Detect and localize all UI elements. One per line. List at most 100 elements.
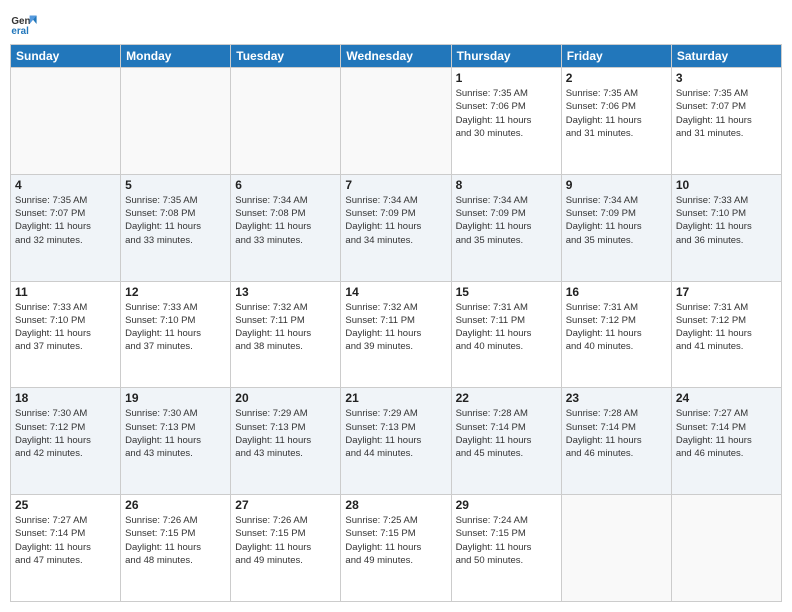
calendar-cell: 8 Sunrise: 7:34 AM Sunset: 7:09 PM Daylig… (451, 174, 561, 281)
calendar-cell: 13 Sunrise: 7:32 AM Sunset: 7:11 PM Dayli… (231, 281, 341, 388)
day-number: 28 (345, 498, 446, 512)
calendar-cell: 17 Sunrise: 7:31 AM Sunset: 7:12 PM Dayli… (671, 281, 781, 388)
day-info: Sunrise: 7:34 AM Sunset: 7:09 PM Dayligh… (456, 194, 557, 247)
day-info: Sunrise: 7:26 AM Sunset: 7:15 PM Dayligh… (235, 514, 336, 567)
day-number: 13 (235, 285, 336, 299)
day-info: Sunrise: 7:29 AM Sunset: 7:13 PM Dayligh… (235, 407, 336, 460)
day-number: 12 (125, 285, 226, 299)
day-info: Sunrise: 7:35 AM Sunset: 7:06 PM Dayligh… (456, 87, 557, 140)
calendar-cell: 14 Sunrise: 7:32 AM Sunset: 7:11 PM Dayli… (341, 281, 451, 388)
day-info: Sunrise: 7:30 AM Sunset: 7:13 PM Dayligh… (125, 407, 226, 460)
weekday-header-friday: Friday (561, 45, 671, 68)
logo-icon: Gen eral (10, 10, 38, 38)
day-number: 3 (676, 71, 777, 85)
calendar-cell: 19 Sunrise: 7:30 AM Sunset: 7:13 PM Dayli… (121, 388, 231, 495)
day-number: 24 (676, 391, 777, 405)
calendar-cell: 20 Sunrise: 7:29 AM Sunset: 7:13 PM Dayli… (231, 388, 341, 495)
calendar-cell: 15Sunrise: 7:31 AM Sunset: 7:11 PM Dayli… (451, 281, 561, 388)
day-number: 7 (345, 178, 446, 192)
day-number: 26 (125, 498, 226, 512)
svg-text:eral: eral (11, 26, 29, 37)
day-number: 19 (125, 391, 226, 405)
day-info: Sunrise: 7:26 AM Sunset: 7:15 PM Dayligh… (125, 514, 226, 567)
day-info: Sunrise: 7:31 AM Sunset: 7:12 PM Dayligh… (566, 301, 667, 354)
day-number: 21 (345, 391, 446, 405)
page-container: Gen eral SundayMondayTuesdayWednesdayThu… (0, 0, 792, 612)
weekday-header-tuesday: Tuesday (231, 45, 341, 68)
weekday-header-thursday: Thursday (451, 45, 561, 68)
day-info: Sunrise: 7:34 AM Sunset: 7:09 PM Dayligh… (345, 194, 446, 247)
calendar-cell (561, 495, 671, 602)
calendar-cell (341, 68, 451, 175)
day-number: 10 (676, 178, 777, 192)
calendar-cell: 28 Sunrise: 7:25 AM Sunset: 7:15 PM Dayli… (341, 495, 451, 602)
calendar-cell: 5Sunrise: 7:35 AM Sunset: 7:08 PM Daylig… (121, 174, 231, 281)
calendar-cell: 29 Sunrise: 7:24 AM Sunset: 7:15 PM Dayli… (451, 495, 561, 602)
day-number: 11 (15, 285, 116, 299)
weekday-header-row: SundayMondayTuesdayWednesdayThursdayFrid… (11, 45, 782, 68)
calendar-cell (231, 68, 341, 175)
day-info: Sunrise: 7:35 AM Sunset: 7:07 PM Dayligh… (15, 194, 116, 247)
weekday-header-saturday: Saturday (671, 45, 781, 68)
day-number: 22 (456, 391, 557, 405)
day-info: Sunrise: 7:32 AM Sunset: 7:11 PM Dayligh… (235, 301, 336, 354)
calendar-cell: 26 Sunrise: 7:26 AM Sunset: 7:15 PM Dayli… (121, 495, 231, 602)
weekday-header-sunday: Sunday (11, 45, 121, 68)
day-info: Sunrise: 7:28 AM Sunset: 7:14 PM Dayligh… (456, 407, 557, 460)
day-number: 5 (125, 178, 226, 192)
calendar-cell: 9 Sunrise: 7:34 AM Sunset: 7:09 PM Daylig… (561, 174, 671, 281)
day-info: Sunrise: 7:35 AM Sunset: 7:06 PM Dayligh… (566, 87, 667, 140)
week-row-5: 25 Sunrise: 7:27 AM Sunset: 7:14 PM Dayli… (11, 495, 782, 602)
day-info: Sunrise: 7:34 AM Sunset: 7:09 PM Dayligh… (566, 194, 667, 247)
week-row-4: 18 Sunrise: 7:30 AM Sunset: 7:12 PM Dayli… (11, 388, 782, 495)
day-info: Sunrise: 7:28 AM Sunset: 7:14 PM Dayligh… (566, 407, 667, 460)
calendar-cell: 27 Sunrise: 7:26 AM Sunset: 7:15 PM Dayli… (231, 495, 341, 602)
day-number: 9 (566, 178, 667, 192)
day-info: Sunrise: 7:27 AM Sunset: 7:14 PM Dayligh… (676, 407, 777, 460)
day-number: 23 (566, 391, 667, 405)
calendar-cell: 18 Sunrise: 7:30 AM Sunset: 7:12 PM Dayli… (11, 388, 121, 495)
day-info: Sunrise: 7:25 AM Sunset: 7:15 PM Dayligh… (345, 514, 446, 567)
calendar-cell: 2Sunrise: 7:35 AM Sunset: 7:06 PM Daylig… (561, 68, 671, 175)
calendar-cell: 1 Sunrise: 7:35 AM Sunset: 7:06 PM Daylig… (451, 68, 561, 175)
calendar-cell: 22 Sunrise: 7:28 AM Sunset: 7:14 PM Dayli… (451, 388, 561, 495)
calendar-cell (121, 68, 231, 175)
calendar-cell: 24 Sunrise: 7:27 AM Sunset: 7:14 PM Dayli… (671, 388, 781, 495)
day-info: Sunrise: 7:33 AM Sunset: 7:10 PM Dayligh… (125, 301, 226, 354)
week-row-2: 4 Sunrise: 7:35 AM Sunset: 7:07 PM Daylig… (11, 174, 782, 281)
header: Gen eral (10, 10, 782, 38)
day-number: 15 (456, 285, 557, 299)
day-info: Sunrise: 7:31 AM Sunset: 7:12 PM Dayligh… (676, 301, 777, 354)
weekday-header-wednesday: Wednesday (341, 45, 451, 68)
calendar-cell: 11 Sunrise: 7:33 AM Sunset: 7:10 PM Dayli… (11, 281, 121, 388)
day-number: 4 (15, 178, 116, 192)
day-number: 6 (235, 178, 336, 192)
calendar-cell: 10Sunrise: 7:33 AM Sunset: 7:10 PM Dayli… (671, 174, 781, 281)
day-info: Sunrise: 7:33 AM Sunset: 7:10 PM Dayligh… (15, 301, 116, 354)
day-info: Sunrise: 7:29 AM Sunset: 7:13 PM Dayligh… (345, 407, 446, 460)
day-number: 17 (676, 285, 777, 299)
day-info: Sunrise: 7:27 AM Sunset: 7:14 PM Dayligh… (15, 514, 116, 567)
day-number: 20 (235, 391, 336, 405)
day-number: 14 (345, 285, 446, 299)
week-row-3: 11 Sunrise: 7:33 AM Sunset: 7:10 PM Dayli… (11, 281, 782, 388)
calendar-cell: 23 Sunrise: 7:28 AM Sunset: 7:14 PM Dayli… (561, 388, 671, 495)
calendar-cell: 21 Sunrise: 7:29 AM Sunset: 7:13 PM Dayli… (341, 388, 451, 495)
calendar-cell: 7 Sunrise: 7:34 AM Sunset: 7:09 PM Daylig… (341, 174, 451, 281)
day-number: 1 (456, 71, 557, 85)
day-info: Sunrise: 7:32 AM Sunset: 7:11 PM Dayligh… (345, 301, 446, 354)
day-info: Sunrise: 7:24 AM Sunset: 7:15 PM Dayligh… (456, 514, 557, 567)
calendar-table: SundayMondayTuesdayWednesdayThursdayFrid… (10, 44, 782, 602)
calendar-cell (671, 495, 781, 602)
day-number: 29 (456, 498, 557, 512)
day-info: Sunrise: 7:35 AM Sunset: 7:07 PM Dayligh… (676, 87, 777, 140)
day-number: 27 (235, 498, 336, 512)
calendar-cell: 6Sunrise: 7:34 AM Sunset: 7:08 PM Daylig… (231, 174, 341, 281)
day-number: 25 (15, 498, 116, 512)
day-number: 8 (456, 178, 557, 192)
day-info: Sunrise: 7:30 AM Sunset: 7:12 PM Dayligh… (15, 407, 116, 460)
calendar-cell: 16 Sunrise: 7:31 AM Sunset: 7:12 PM Dayli… (561, 281, 671, 388)
day-number: 18 (15, 391, 116, 405)
day-number: 16 (566, 285, 667, 299)
calendar-cell: 3 Sunrise: 7:35 AM Sunset: 7:07 PM Daylig… (671, 68, 781, 175)
